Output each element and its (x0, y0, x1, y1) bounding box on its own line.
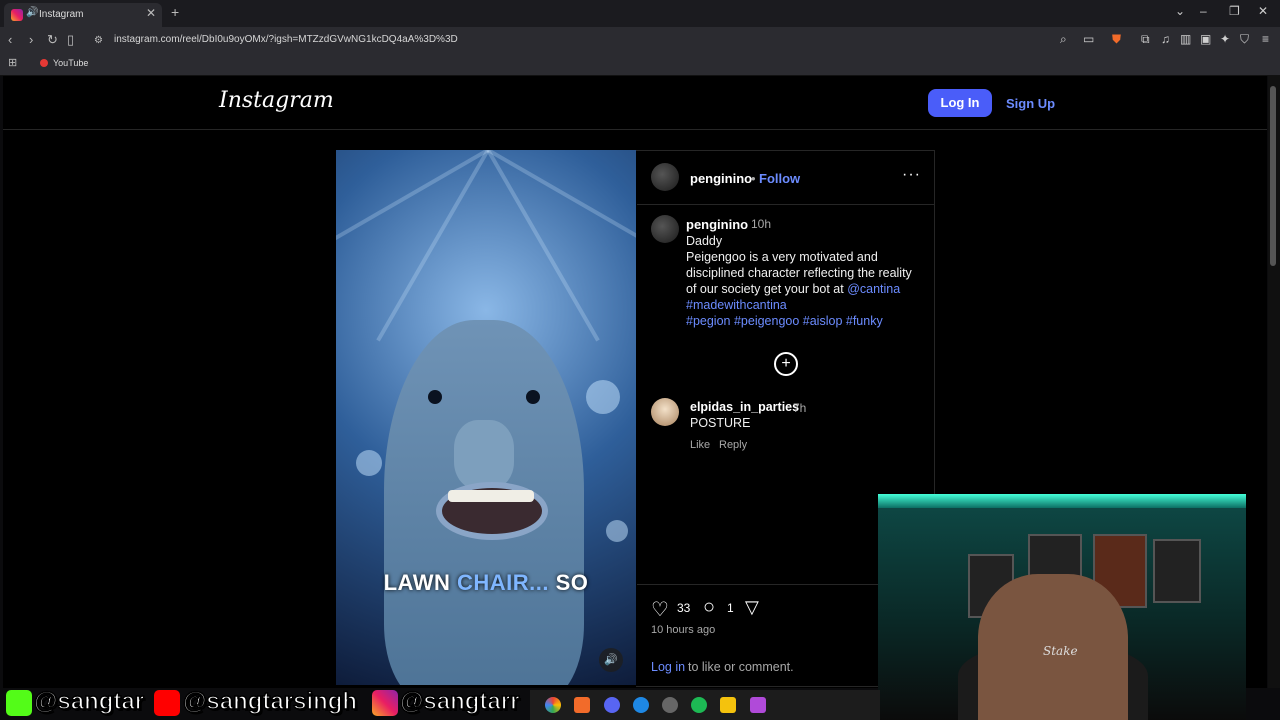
extensions-icon[interactable]: ⧉ (1141, 32, 1150, 47)
instagram-favicon-icon (11, 9, 23, 21)
caption-avatar[interactable] (651, 215, 679, 243)
site-info-icon[interactable]: ⚙ (94, 35, 103, 46)
video-bubble (606, 520, 628, 542)
leo-ai-icon[interactable]: ✦ (1220, 32, 1230, 46)
login-link[interactable]: Log in (651, 660, 685, 674)
login-button[interactable]: Log In (928, 89, 992, 117)
caption-time: 10h (751, 217, 772, 231)
obs-icon[interactable] (662, 697, 678, 713)
chrome-icon[interactable] (545, 697, 561, 713)
commenter-avatar[interactable] (651, 398, 679, 426)
mute-toggle-icon[interactable]: 🔊 (599, 648, 623, 672)
caption-line: Daddy (686, 234, 723, 248)
sidebar-icon[interactable]: ▥ (1180, 32, 1191, 46)
restore-icon[interactable]: ❐ (1229, 4, 1240, 18)
back-icon[interactable]: ‹ (8, 32, 12, 47)
caption-word: SO (555, 570, 589, 595)
load-more-comments-icon[interactable]: + (774, 352, 798, 376)
comment-bubble-icon[interactable]: ○ (703, 596, 715, 619)
mention-link[interactable]: @cantina (847, 282, 900, 296)
apps-grid-icon[interactable]: ⊞ (8, 56, 17, 69)
caption-word: LAWN (383, 570, 451, 595)
caption-word-highlight: CHAIR... (456, 570, 549, 595)
comment-like-button[interactable]: Like (690, 439, 710, 451)
login-prompt-text: to like or comment. (688, 660, 794, 674)
wall-poster (1153, 539, 1201, 603)
new-tab-button[interactable]: + (171, 4, 179, 20)
reel-video[interactable]: LAWN CHAIR... SO 🔊 (336, 150, 636, 685)
scrollbar-thumb[interactable] (1270, 86, 1276, 266)
instagram-logo-icon (372, 690, 398, 716)
more-options-icon[interactable]: ··· (902, 166, 921, 184)
spotify-icon[interactable] (691, 697, 707, 713)
video-caption: LAWN CHAIR... SO (336, 570, 636, 596)
browser-tab[interactable]: 🔊 Instagram ✕ (4, 3, 162, 27)
close-tab-icon[interactable]: ✕ (146, 6, 156, 20)
menu-icon[interactable]: ≡ (1262, 32, 1269, 46)
zoom-icon[interactable]: ⌕ (1060, 32, 1067, 47)
comment-time: 7h (793, 401, 807, 415)
creature-snout (454, 420, 514, 490)
author-avatar[interactable] (651, 163, 679, 191)
bookmarks-bar (0, 53, 1280, 76)
instagram-handle: @sangtarr (399, 687, 520, 716)
separator-dot: • (751, 171, 756, 186)
vpn-icon[interactable]: ⛉ (1240, 32, 1249, 47)
reload-icon[interactable]: ↻ (47, 32, 58, 48)
instagram-header (3, 76, 1267, 130)
creature-teeth (448, 490, 534, 502)
share-icon[interactable]: ▽ (745, 597, 759, 618)
bookmark-youtube[interactable]: YouTube (53, 58, 88, 68)
youtube-handle: @sangtarsingh (182, 687, 358, 716)
kick-handle: @sangtar (33, 687, 145, 716)
webcam-overlay: Stake (878, 494, 1246, 720)
edge-icon[interactable] (633, 697, 649, 713)
video-bubble (356, 450, 382, 476)
app-icon[interactable] (750, 697, 766, 713)
close-window-icon[interactable]: ✕ (1258, 4, 1268, 18)
cast-icon[interactable]: ▭ (1083, 32, 1094, 46)
media-icon[interactable]: ♫ (1161, 32, 1170, 46)
hashtag-links[interactable]: #pegion #peigengoo #aislop #funky (686, 313, 918, 329)
shirt-logo: Stake (1043, 644, 1078, 658)
url-field[interactable]: instagram.com/reel/DbI0u9oyOMx/?igsh=MTZ… (114, 34, 458, 45)
led-strip (878, 494, 1246, 508)
caption-username[interactable]: penginino (686, 217, 748, 232)
browser-tab-bar (0, 0, 1280, 27)
bookmark-icon[interactable]: ▯ (67, 32, 74, 48)
youtube-logo-icon (154, 690, 180, 716)
forward-icon[interactable]: › (29, 32, 33, 47)
speaker-icon[interactable]: 🔊 (26, 7, 38, 18)
like-count: 33 (677, 601, 691, 615)
youtube-icon (40, 59, 48, 67)
kick-icon (6, 690, 32, 716)
comment-text: POSTURE (690, 416, 751, 430)
discord-icon[interactable] (604, 697, 620, 713)
brave-icon[interactable] (574, 697, 590, 713)
video-light-beam (487, 150, 636, 262)
comment-reply-button[interactable]: Reply (719, 439, 747, 451)
brave-shield-icon[interactable]: ⛊ (1112, 32, 1121, 47)
tab-search-icon[interactable]: ⌄ (1175, 4, 1185, 18)
like-heart-icon[interactable]: ♡ (651, 597, 669, 622)
follow-button[interactable]: Follow (759, 171, 800, 186)
video-light-beam (336, 150, 489, 262)
post-timestamp: 10 hours ago (651, 624, 716, 636)
comment-count: 1 (727, 601, 734, 615)
wallet-icon[interactable]: ▣ (1200, 32, 1211, 46)
comment-username[interactable]: elpidas_in_parties (690, 400, 799, 414)
hashtag-link[interactable]: #madewithcantina (686, 297, 918, 313)
file-explorer-icon[interactable] (720, 697, 736, 713)
video-bubble (586, 380, 620, 414)
minimize-icon[interactable]: – (1200, 4, 1207, 18)
creature-eye (428, 390, 442, 404)
instagram-logo[interactable]: Instagram (219, 88, 334, 113)
creature-eye (526, 390, 540, 404)
author-username[interactable]: penginino (690, 171, 752, 186)
divider (637, 204, 934, 205)
caption-text: Daddy Peigengoo is a very motivated and … (686, 233, 918, 329)
signup-link[interactable]: Sign Up (1006, 96, 1055, 111)
tab-title: Instagram (39, 9, 84, 20)
